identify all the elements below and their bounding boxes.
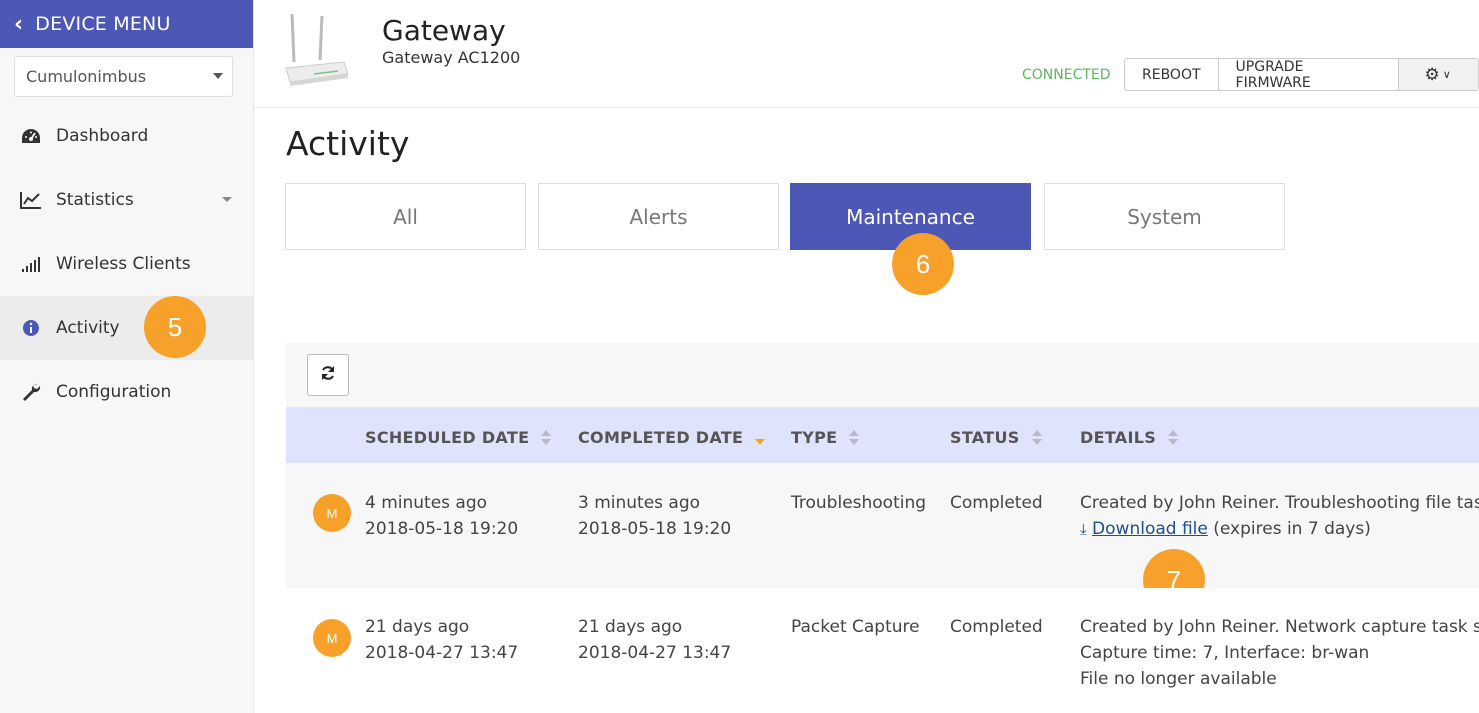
sidebar-item-label: Configuration — [56, 382, 172, 402]
device-select[interactable]: Cumulonimbus — [14, 56, 233, 97]
reboot-button[interactable]: REBOOT — [1125, 59, 1219, 90]
sidebar-item-label: Statistics — [56, 190, 134, 210]
details-text: Created by John Reiner. Troubleshooting … — [1080, 493, 1479, 513]
details-cell: Created by John Reiner. Troubleshooting … — [1080, 490, 1479, 542]
device-menu-title: DEVICE MENU — [35, 13, 171, 35]
info-icon — [20, 317, 42, 339]
column-header-completed-date[interactable]: COMPLETED DATE — [578, 428, 766, 447]
download-icon: ⤓ — [1080, 520, 1087, 538]
caret-down-icon — [213, 73, 223, 79]
step-badge-5: 5 — [144, 296, 206, 358]
type-cell: Packet Capture — [791, 617, 920, 637]
details-text: Capture time: 7, Interface: br-wan — [1080, 643, 1370, 663]
chart-line-icon — [20, 189, 42, 211]
column-header-type[interactable]: TYPE — [791, 428, 860, 447]
sidebar-item-configuration[interactable]: Configuration — [0, 360, 253, 424]
column-label: DETAILS — [1080, 428, 1157, 447]
completed-relative: 3 minutes ago — [578, 493, 701, 513]
scheduled-date-cell: 4 minutes ago 2018-05-18 19:20 — [365, 490, 518, 542]
sidebar-item-wireless-clients[interactable]: Wireless Clients — [0, 232, 253, 296]
router-image — [284, 12, 350, 88]
caret-down-icon — [222, 197, 232, 202]
sidebar: ‹ DEVICE MENU Cumulonimbus Dashboard Sta… — [0, 0, 254, 713]
settings-dropdown-button[interactable]: ⚙ ∨ — [1398, 59, 1478, 90]
wrench-icon — [20, 381, 42, 403]
scheduled-relative: 21 days ago — [365, 617, 470, 637]
sidebar-item-label: Dashboard — [56, 126, 149, 146]
sort-icon — [849, 429, 860, 446]
column-header-scheduled-date[interactable]: SCHEDULED DATE — [365, 428, 552, 447]
scheduled-timestamp: 2018-05-18 19:20 — [365, 519, 519, 539]
avatar: M — [313, 619, 351, 657]
device-select-value: Cumulonimbus — [26, 67, 147, 86]
sidebar-item-label: Wireless Clients — [56, 254, 191, 274]
upgrade-firmware-button[interactable]: UPGRADE FIRMWARE — [1219, 59, 1399, 91]
sort-icon — [541, 429, 552, 446]
completed-date-cell: 3 minutes ago 2018-05-18 19:20 — [578, 490, 731, 542]
chevron-left-icon: ‹ — [14, 11, 24, 37]
completed-relative: 21 days ago — [578, 617, 683, 637]
scheduled-date-cell: 21 days ago 2018-04-27 13:47 — [365, 614, 518, 666]
sidebar-item-label: Activity — [56, 318, 120, 338]
sidebar-item-dashboard[interactable]: Dashboard — [0, 104, 253, 168]
device-title: Gateway — [382, 14, 506, 47]
completed-date-cell: 21 days ago 2018-04-27 13:47 — [578, 614, 731, 666]
column-label: STATUS — [950, 428, 1020, 447]
details-text: Created by John Reiner. Network capture … — [1080, 617, 1479, 637]
sidebar-item-activity[interactable]: Activity — [0, 296, 253, 360]
tab-all[interactable]: All — [285, 183, 526, 250]
sort-icon — [1168, 429, 1179, 446]
completed-timestamp: 2018-05-18 19:20 — [578, 519, 732, 539]
download-file-link[interactable]: Download file — [1092, 519, 1208, 539]
column-label: COMPLETED DATE — [578, 428, 744, 447]
page-title: Activity — [286, 124, 410, 163]
column-header-details[interactable]: DETAILS — [1080, 428, 1179, 447]
column-label: TYPE — [791, 428, 838, 447]
device-menu-header[interactable]: ‹ DEVICE MENU — [0, 0, 253, 48]
completed-timestamp: 2018-04-27 13:47 — [578, 643, 732, 663]
device-subtitle: Gateway AC1200 — [382, 48, 521, 67]
header-actions: REBOOT UPGRADE FIRMWARE ⚙ ∨ — [1124, 58, 1479, 91]
details-text: File no longer available — [1080, 669, 1277, 689]
dashboard-icon — [20, 125, 42, 147]
sort-desc-icon — [755, 430, 766, 446]
column-label: SCHEDULED DATE — [365, 428, 530, 447]
tab-system[interactable]: System — [1044, 183, 1285, 250]
sort-icon — [1031, 429, 1042, 446]
type-cell: Troubleshooting — [791, 493, 927, 513]
status-cell: Completed — [950, 493, 1043, 513]
refresh-button[interactable] — [307, 354, 349, 396]
sidebar-nav: Dashboard Statistics Wireless Clients Ac… — [0, 104, 253, 424]
column-header-status[interactable]: STATUS — [950, 428, 1042, 447]
sidebar-item-statistics[interactable]: Statistics — [0, 168, 253, 232]
scheduled-relative: 4 minutes ago — [365, 493, 488, 513]
device-header: Gateway Gateway AC1200 CONNECTED REBOOT … — [254, 0, 1479, 108]
download-line: ⤓ Download file (expires in 7 days) — [1080, 516, 1479, 542]
refresh-icon — [320, 365, 336, 385]
step-badge-6: 6 — [892, 233, 954, 295]
chevron-down-icon: ∨ — [1442, 68, 1451, 81]
scheduled-timestamp: 2018-04-27 13:47 — [365, 643, 519, 663]
avatar: M — [313, 494, 351, 532]
gear-icon: ⚙ — [1424, 64, 1440, 85]
details-cell: Created by John Reiner. Network capture … — [1080, 614, 1479, 692]
signal-bars-icon — [20, 253, 42, 275]
connection-status: CONNECTED — [1022, 67, 1111, 83]
tab-alerts[interactable]: Alerts — [538, 183, 779, 250]
expires-text: (expires in 7 days) — [1213, 519, 1371, 539]
status-cell: Completed — [950, 617, 1043, 637]
